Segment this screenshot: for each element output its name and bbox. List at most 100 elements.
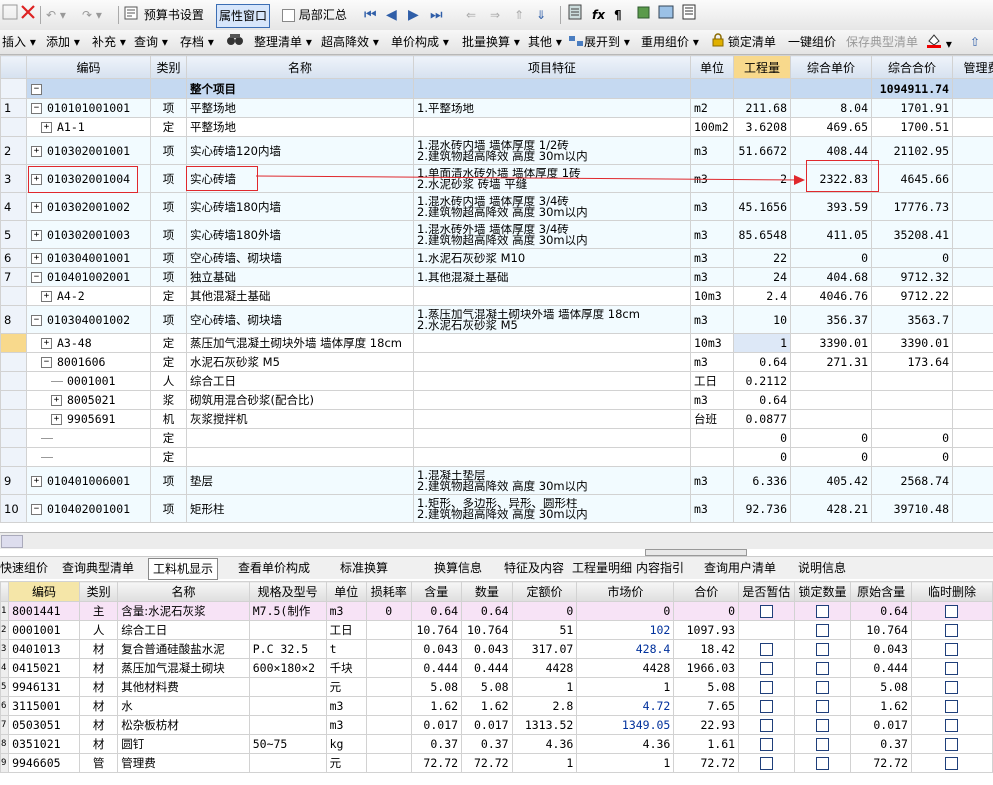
code-cell[interactable]: +010302001003 (26, 220, 151, 249)
row-number[interactable]: 5 (0, 220, 27, 249)
nav-first-icon[interactable]: ⏮ (364, 4, 377, 26)
code-cell[interactable]: +8005021 (26, 390, 151, 410)
quantity-cell[interactable]: 10 (733, 305, 791, 334)
quantity-cell[interactable] (733, 78, 791, 99)
total-price-cell[interactable]: 35208.41 (871, 220, 953, 249)
name-cell[interactable]: 垫层 (186, 466, 414, 495)
name-cell[interactable]: 含量:水泥石灰浆 (117, 601, 250, 621)
total-price-cell[interactable]: 3390.01 (871, 333, 953, 353)
type-cell[interactable]: 定 (150, 352, 187, 372)
expand-icon[interactable]: + (31, 229, 42, 241)
code-cell[interactable]: +010401006001 (26, 466, 151, 495)
quantity-cell[interactable]: 0 (733, 428, 791, 448)
name-cell[interactable]: 水 (117, 696, 250, 716)
quota-price-cell[interactable]: 1 (511, 753, 578, 773)
loss-rate-cell[interactable] (366, 677, 412, 697)
temp-delete-cell[interactable] (910, 639, 993, 659)
code-cell[interactable]: +010304001001 (26, 248, 151, 268)
estimate-checkbox[interactable] (759, 681, 773, 694)
code-cell[interactable]: −010304001002 (26, 305, 151, 334)
cube-icon[interactable] (636, 4, 652, 26)
loss-rate-cell[interactable] (366, 734, 412, 754)
tab-6[interactable]: 特征及内容 (500, 558, 568, 578)
estimate-cell[interactable] (738, 715, 795, 735)
unit-cell[interactable]: 台班 (690, 409, 734, 429)
original-content-cell[interactable]: 0.64 (850, 601, 912, 621)
total-cell[interactable]: 1097.93 (673, 620, 740, 640)
total-price-cell[interactable]: 1700.51 (871, 117, 953, 137)
unit-cell[interactable]: m2 (690, 98, 734, 118)
expand-icon[interactable]: + (31, 145, 42, 157)
management-fee-cell[interactable] (952, 267, 993, 287)
unit-price-cell[interactable] (790, 371, 872, 391)
type-cell[interactable]: 项 (150, 164, 187, 193)
unit-cell[interactable]: m3 (325, 715, 368, 735)
market-price-cell[interactable]: 4.36 (576, 734, 675, 754)
code-cell[interactable] (26, 428, 151, 448)
temp-delete-checkbox[interactable] (945, 738, 959, 751)
quantity-cell[interactable]: 0.64 (733, 352, 791, 372)
type-cell[interactable]: 定 (150, 447, 187, 467)
estimate-checkbox[interactable] (759, 738, 773, 751)
loss-rate-cell[interactable] (366, 620, 412, 640)
total-price-cell[interactable] (871, 371, 953, 391)
market-price-cell[interactable]: 4428 (576, 658, 675, 678)
one-click-group-button[interactable]: 一键组价 (788, 32, 836, 52)
budget-row[interactable]: + A3-48 定蒸压加气混凝土砌块外墙 墙体厚度 18cm 10m3 1 3390.01… (0, 333, 993, 353)
quantity-cell[interactable]: 5.08 (461, 677, 513, 697)
management-fee-cell[interactable] (952, 136, 993, 165)
estimate-cell[interactable] (738, 601, 795, 621)
type-cell[interactable]: 人 (78, 620, 119, 640)
organize-list-menu[interactable]: 整理清单 ▾ (254, 32, 312, 52)
spec-cell[interactable]: 600×180×2 (248, 658, 327, 678)
lock-quantity-checkbox[interactable] (815, 700, 829, 713)
tab-10[interactable]: 说明信息 (794, 558, 850, 578)
feature-cell[interactable]: 1.其他混凝土基础 (413, 267, 691, 287)
budget-row[interactable]: 0001001 人综合工日 工日 0.2112 (0, 371, 993, 391)
name-cell[interactable] (186, 428, 414, 448)
temp-delete-cell[interactable] (910, 677, 993, 697)
column-header[interactable]: 编码 (8, 581, 80, 602)
estimate-cell[interactable] (738, 753, 795, 773)
budget-row[interactable]: 定000 (0, 447, 993, 467)
unit-cell[interactable]: 10m3 (690, 333, 734, 353)
formula-icon[interactable]: fx (592, 4, 605, 26)
tab-3[interactable]: 查看单价构成 (234, 558, 314, 578)
temp-delete-cell[interactable] (910, 696, 993, 716)
collapse-icon[interactable]: − (41, 357, 52, 368)
total-price-cell[interactable]: 1701.91 (871, 98, 953, 118)
resource-row[interactable]: 5 9946131 材其他材料费元 5.08 5.08 1 1 5.08 5.08 (0, 677, 993, 697)
total-price-cell[interactable]: 0 (871, 447, 953, 467)
type-cell[interactable]: 项 (150, 248, 187, 268)
estimate-checkbox[interactable] (759, 643, 773, 656)
feature-cell[interactable]: 1.混水砖外墙 墙体厚度 3/4砖 2.建筑物超高降效 高度 30m以内 (413, 220, 691, 249)
feature-cell[interactable] (413, 409, 691, 429)
budget-row[interactable]: 4 +010302001002 项实心砖墙180内墙 1.混水砖内墙 墙体厚度 3/4… (0, 192, 993, 221)
unit-cell[interactable]: 元 (325, 677, 368, 697)
total-price-cell[interactable]: 0 (871, 428, 953, 448)
partial-summary-checkbox[interactable] (282, 9, 295, 22)
total-price-cell[interactable]: 173.64 (871, 352, 953, 372)
row-number[interactable]: 3 (0, 164, 27, 193)
feature-cell[interactable]: 1.混水砖内墙 墙体厚度 3/4砖 2.建筑物超高降效 高度 30m以内 (413, 192, 691, 221)
quota-price-cell[interactable]: 1 (511, 677, 578, 697)
column-header[interactable]: 锁定数量 (793, 581, 852, 602)
quantity-cell[interactable]: 3.6208 (733, 117, 791, 137)
feature-cell[interactable] (413, 371, 691, 391)
unit-price-cell[interactable]: 428.21 (790, 494, 872, 523)
unit-price-cell[interactable]: 0 (790, 248, 872, 268)
grid-horizontal-scrollbar[interactable] (0, 532, 993, 549)
column-header[interactable]: 市场价 (576, 581, 675, 602)
total-price-cell[interactable] (871, 390, 953, 410)
original-content-cell[interactable]: 1.62 (850, 696, 912, 716)
code-cell[interactable]: +010302001002 (26, 192, 151, 221)
content-cell[interactable]: 10.764 (410, 620, 463, 640)
column-header[interactable]: 综合合价 (871, 55, 953, 79)
feature-cell[interactable] (413, 390, 691, 410)
total-cell[interactable]: 1966.03 (673, 658, 740, 678)
quantity-cell[interactable]: 10.764 (461, 620, 513, 640)
estimate-cell[interactable] (738, 696, 795, 716)
spec-cell[interactable] (248, 696, 327, 716)
budget-row[interactable]: +8005021 浆砌筑用混合砂浆(配合比) m3 0.64 (0, 390, 993, 410)
quota-price-cell[interactable]: 4.36 (511, 734, 578, 754)
